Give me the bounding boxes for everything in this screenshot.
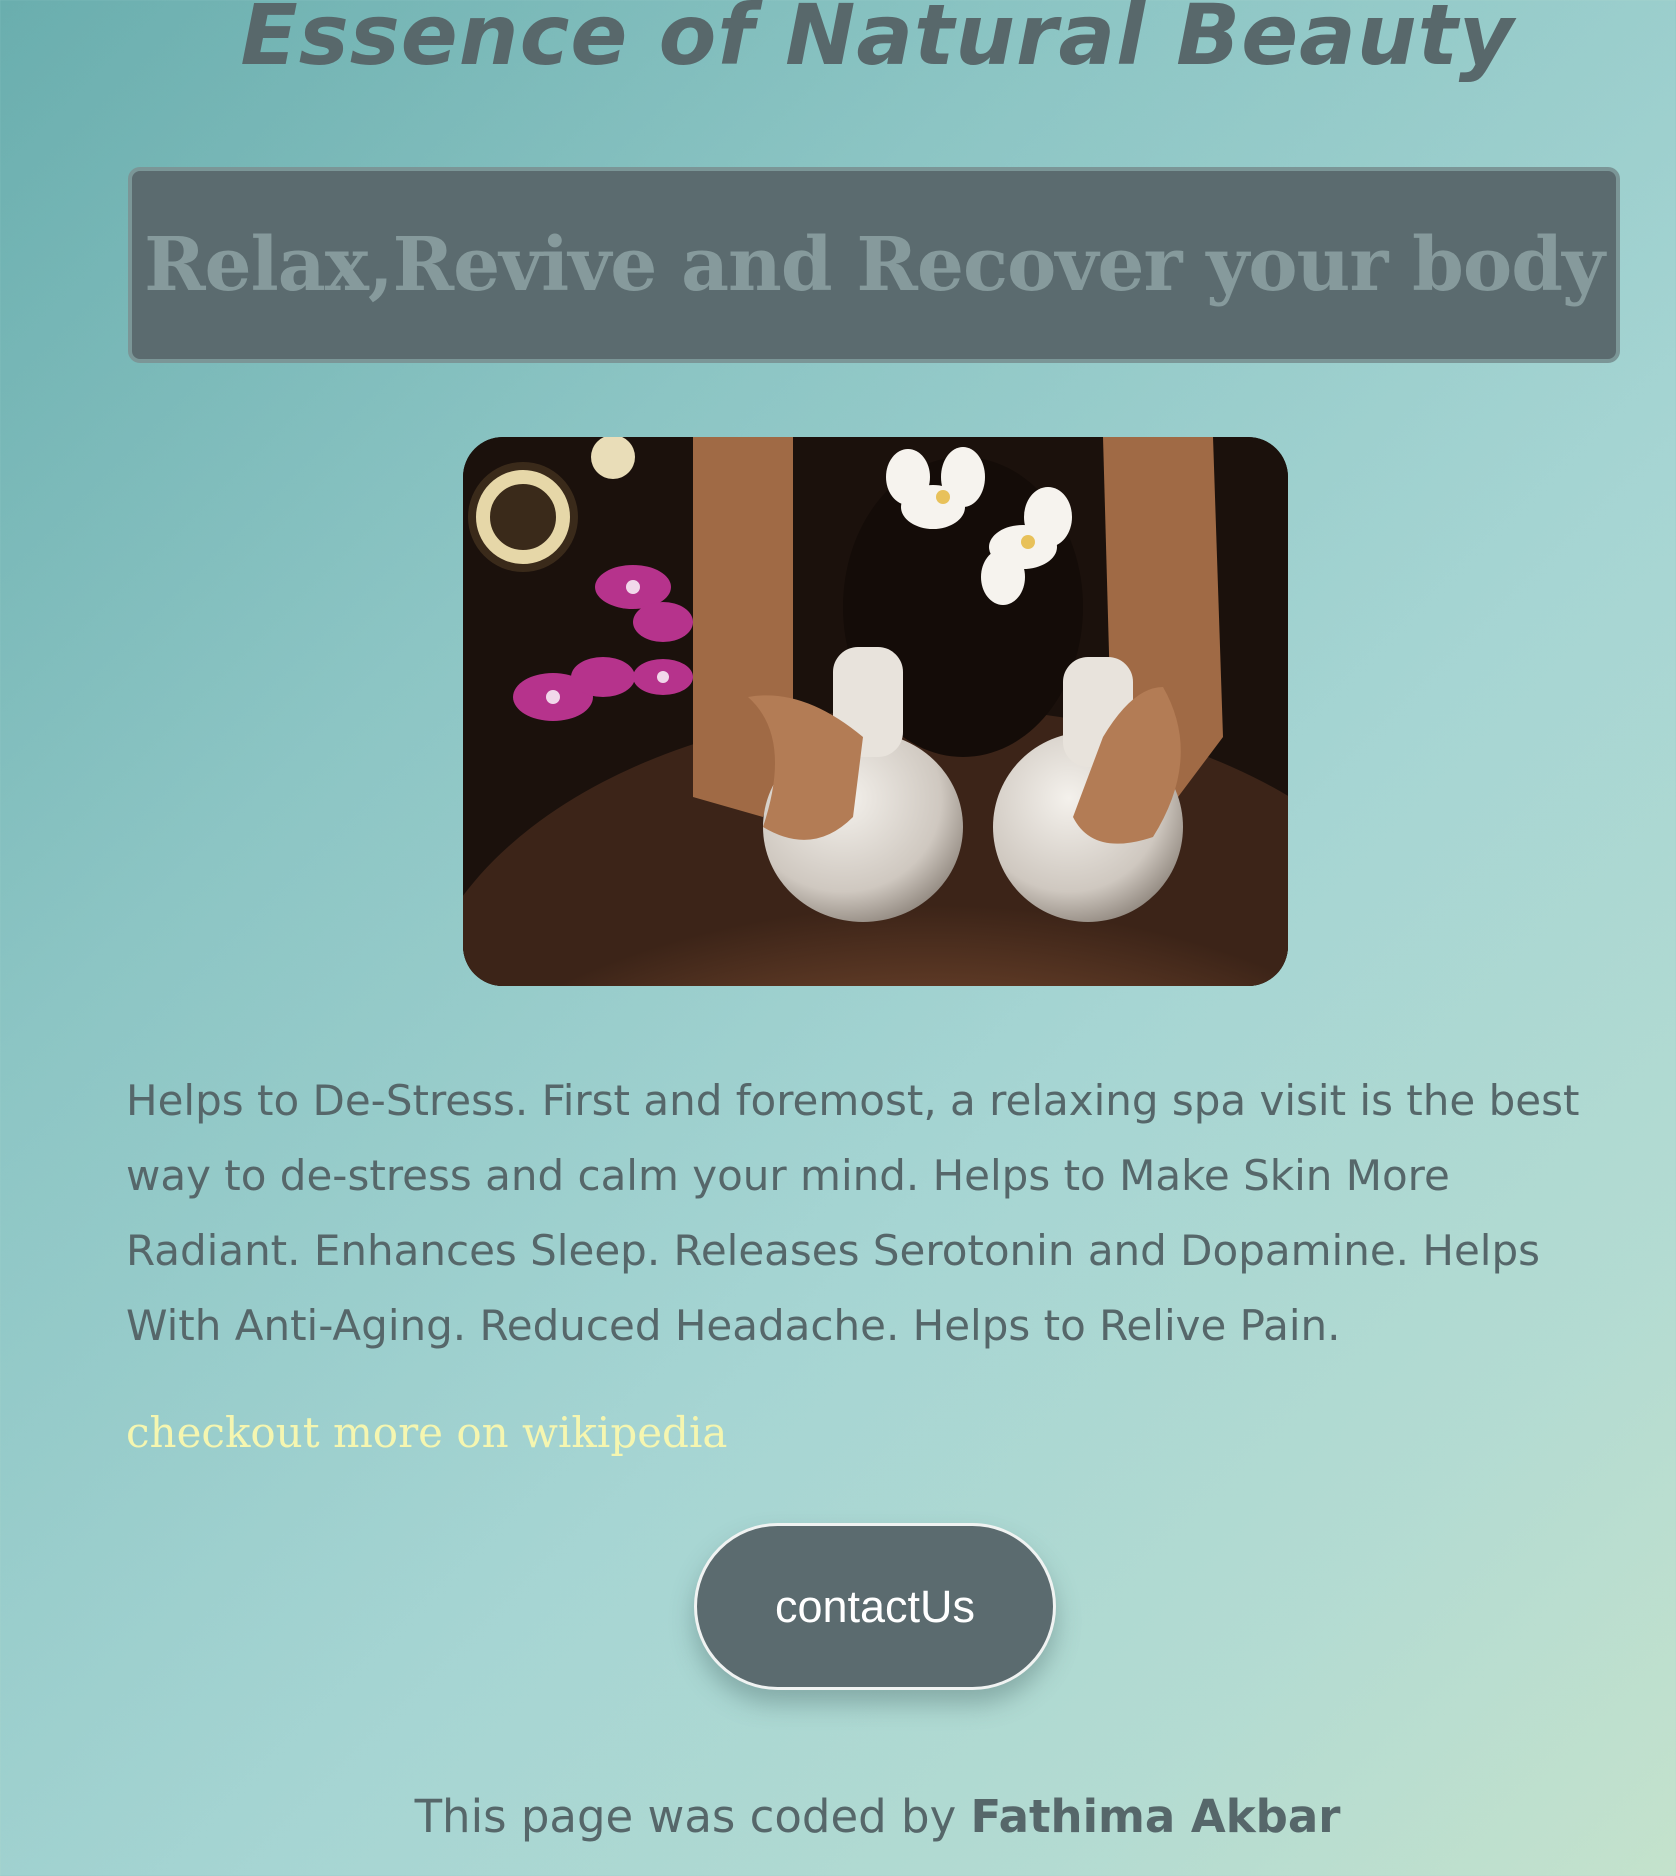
wikipedia-link[interactable]: checkout more on wikipedia — [126, 1408, 727, 1457]
spa-massage-illustration — [463, 437, 1288, 986]
spa-massage-image — [463, 437, 1288, 986]
benefits-paragraph: Helps to De-Stress. First and foremost, … — [126, 1076, 1580, 1350]
footer-prefix: This page was coded by — [414, 1790, 971, 1843]
tagline-banner: Relax,Revive and Recover your body — [128, 167, 1620, 363]
tagline-text: Relax,Revive and Recover your body — [144, 222, 1605, 308]
page-title: Essence of Natural Beauty — [240, 0, 1515, 84]
page: Essence of Natural Beauty Relax,Revive a… — [0, 0, 1676, 1876]
footer-credit: This page was coded by Fathima Akbar — [0, 1790, 1676, 1843]
footer-author: Fathima Akbar — [970, 1790, 1341, 1843]
contact-us-button[interactable]: contactUs — [694, 1523, 1056, 1690]
